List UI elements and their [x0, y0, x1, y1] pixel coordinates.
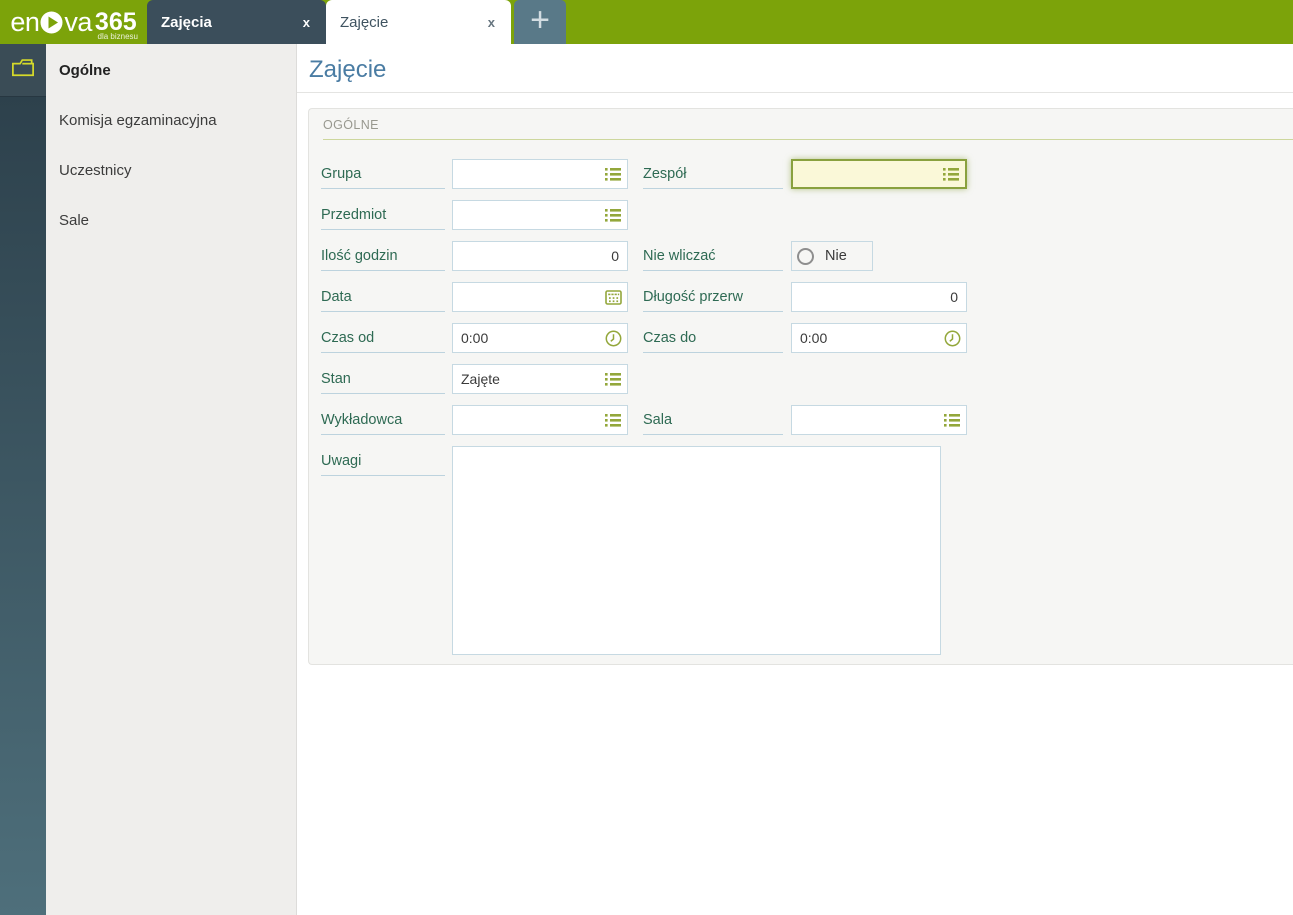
wykladowca-field — [452, 405, 628, 435]
logo-tagline: dla biznesu — [97, 32, 138, 41]
clock-icon[interactable] — [599, 324, 627, 352]
zespol-field — [791, 159, 967, 189]
folder-nav-button[interactable] — [0, 44, 46, 97]
form-row: Uwagi — [321, 446, 1293, 655]
czas-od-label: Czas od — [321, 323, 445, 353]
play-icon — [40, 11, 63, 34]
przedmiot-input[interactable] — [453, 207, 599, 223]
zespol-input[interactable] — [793, 166, 937, 182]
folder-icon — [9, 55, 37, 86]
uwagi-label: Uwagi — [321, 446, 445, 476]
nie-wliczac-label: Nie wliczać — [643, 241, 783, 271]
logo-text-va: va — [64, 6, 92, 37]
czas-od-field — [452, 323, 628, 353]
enova-logo: en va 365 dla biznesu — [0, 0, 147, 44]
czas-do-field — [791, 323, 967, 353]
clock-icon[interactable] — [938, 324, 966, 352]
list-icon[interactable] — [599, 406, 627, 434]
section-title: OGÓLNE — [323, 118, 1293, 140]
sidebar-item-ogolne[interactable]: Ogólne — [46, 46, 296, 96]
wykladowca-input[interactable] — [453, 412, 599, 428]
topbar: en va 365 dla biznesu Zajęcia x Zajęcie … — [0, 0, 1293, 44]
sidebar-item-komisja-egzaminacyjna[interactable]: Komisja egzaminacyjna — [46, 96, 296, 146]
grupa-label: Grupa — [321, 159, 445, 189]
sala-input[interactable] — [792, 412, 938, 428]
data-field — [452, 282, 628, 312]
grupa-field — [452, 159, 628, 189]
logo-text-en: en — [10, 6, 40, 37]
dlugosc-przerw-label: Długość przerw — [643, 282, 783, 312]
form-body: Grupa Zespół Przedmiot Ilość godzin 0 Ni… — [309, 140, 1293, 655]
dlugosc-przerw-input[interactable] — [792, 289, 966, 305]
page-title: Zajęcie — [309, 56, 387, 83]
stan-field — [452, 364, 628, 394]
tab-zajecie[interactable]: Zajęcie x — [326, 0, 511, 44]
sidebar-item-uczestnicy[interactable]: Uczestnicy — [46, 146, 296, 196]
zespol-label: Zespół — [643, 159, 783, 189]
list-icon[interactable] — [938, 406, 966, 434]
list-icon[interactable] — [599, 201, 627, 229]
page-header: Zajęcie — [297, 44, 1293, 93]
close-icon[interactable]: x — [299, 13, 314, 32]
ilosc-godzin-label: Ilość godzin — [321, 241, 445, 271]
sidebar: Ogólne Komisja egzaminacyjna Uczestnicy … — [46, 44, 297, 915]
data-input[interactable] — [453, 289, 599, 305]
form-row: Ilość godzin Nie wliczać Nie — [321, 241, 1293, 271]
sala-field — [791, 405, 967, 435]
tab-label: Zajęcia — [161, 13, 212, 31]
wykladowca-label: Wykładowca — [321, 405, 445, 435]
dlugosc-przerw-field — [791, 282, 967, 312]
radio-circle-icon — [797, 247, 814, 265]
ilosc-godzin-field — [452, 241, 628, 271]
stan-label: Stan — [321, 364, 445, 394]
left-rail — [0, 44, 46, 915]
form-row: Stan — [321, 364, 1293, 394]
list-icon[interactable] — [599, 365, 627, 393]
uwagi-field — [452, 446, 941, 655]
calendar-icon[interactable] — [599, 283, 627, 311]
czas-od-input[interactable] — [453, 330, 599, 346]
sidebar-item-sale[interactable]: Sale — [46, 196, 296, 246]
radio-option-label: Nie — [825, 248, 847, 264]
nie-wliczac-radio[interactable]: Nie — [791, 241, 873, 271]
close-icon[interactable]: x — [484, 13, 499, 32]
form-row: Grupa Zespół — [321, 159, 1293, 189]
ilosc-godzin-input[interactable] — [453, 248, 627, 264]
form-row: Wykładowca Sala — [321, 405, 1293, 435]
czas-do-label: Czas do — [643, 323, 783, 353]
tab-label: Zajęcie — [340, 13, 389, 31]
form-row: Przedmiot — [321, 200, 1293, 230]
list-icon[interactable] — [937, 161, 965, 187]
plus-icon: + — [530, 1, 550, 39]
przedmiot-field — [452, 200, 628, 230]
main-content: Zajęcie OGÓLNE Grupa Zespół Przedmiot Il… — [297, 44, 1293, 915]
list-icon[interactable] — [599, 160, 627, 188]
przedmiot-label: Przedmiot — [321, 200, 445, 230]
sala-label: Sala — [643, 405, 783, 435]
form-row: Czas od Czas do — [321, 323, 1293, 353]
data-label: Data — [321, 282, 445, 312]
grupa-input[interactable] — [453, 166, 599, 182]
section-ogolne: OGÓLNE Grupa Zespół Przedmiot Ilość godz… — [308, 108, 1293, 665]
tab-zajecia[interactable]: Zajęcia x — [147, 0, 326, 44]
uwagi-textarea[interactable] — [453, 447, 940, 654]
czas-do-input[interactable] — [792, 330, 938, 346]
form-row: Data Długość przerw — [321, 282, 1293, 312]
stan-input[interactable] — [453, 371, 599, 387]
new-tab-button[interactable]: + — [514, 0, 566, 44]
